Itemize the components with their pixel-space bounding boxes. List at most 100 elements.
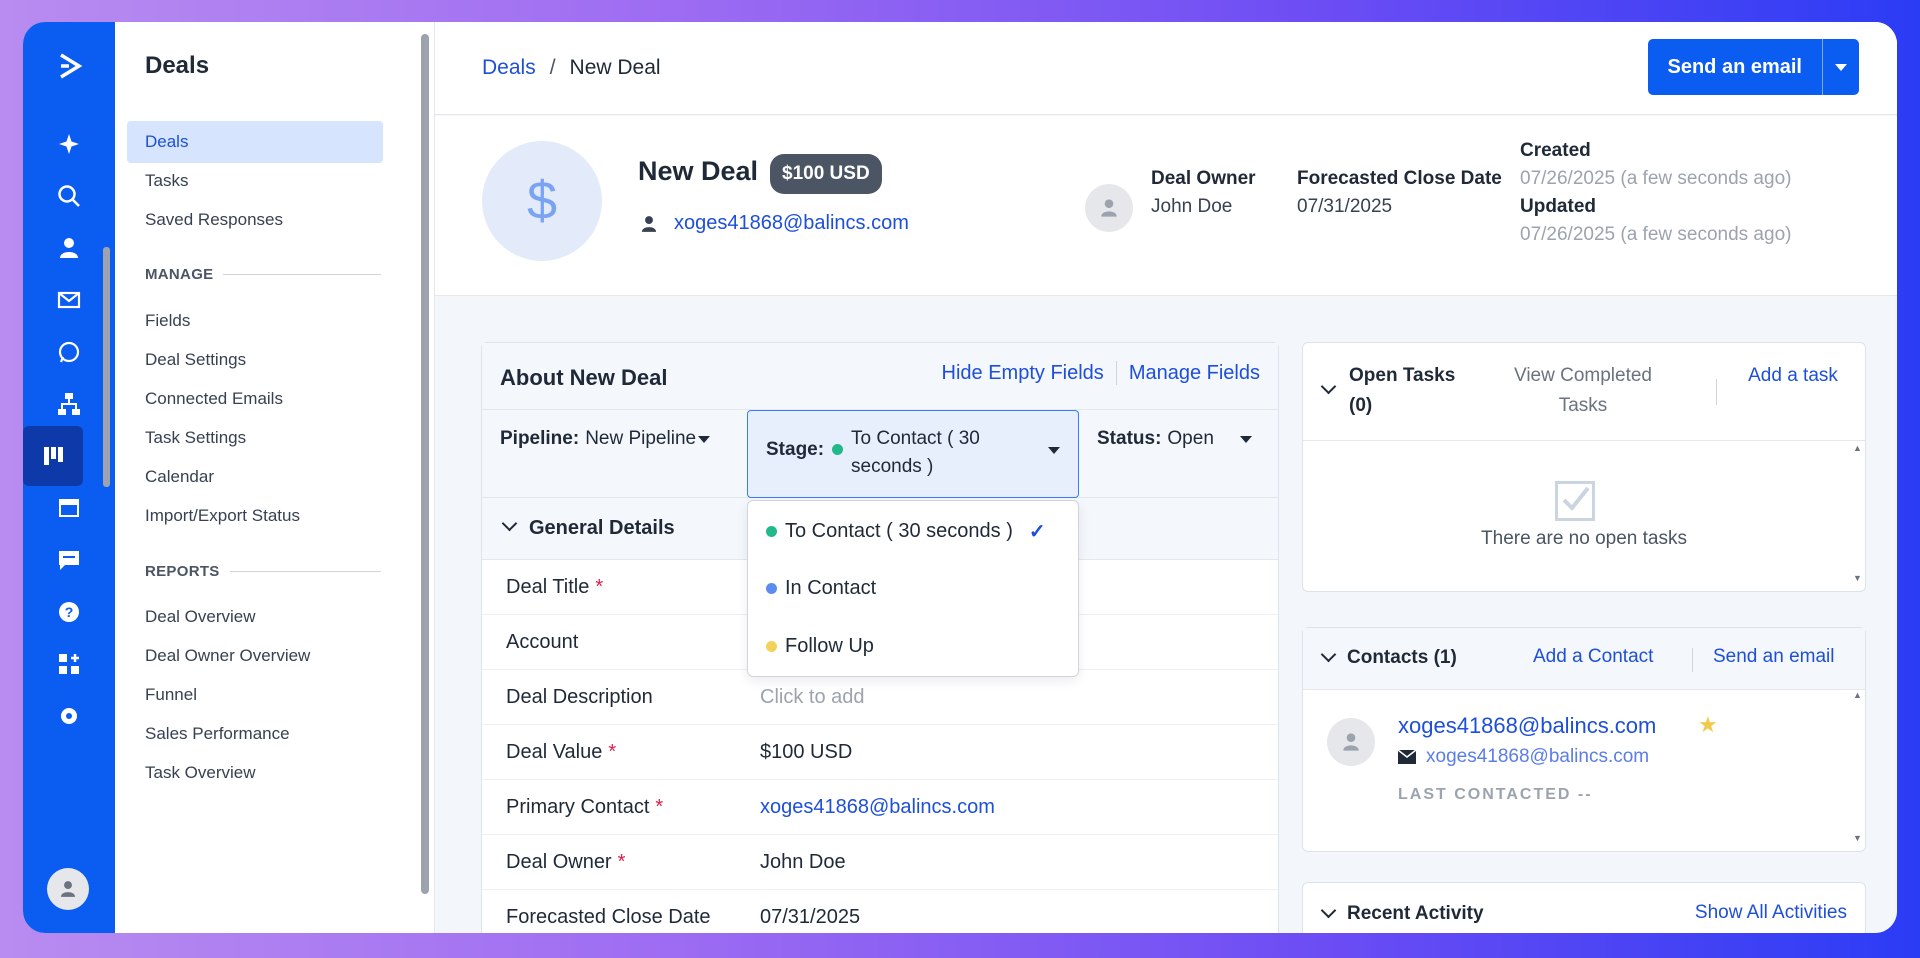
about-header: About New Deal Hide Empty Fields Manage … <box>482 343 1278 410</box>
nav-item-deal-settings[interactable]: Deal Settings <box>127 339 383 381</box>
scroll-down-icon[interactable]: ▼ <box>1853 573 1862 583</box>
field-forecasted-close-date[interactable]: Forecasted Close Date 07/31/2025 <box>482 890 1278 933</box>
apps-icon[interactable] <box>39 634 99 694</box>
field-deal-owner[interactable]: Deal Owner * John Doe <box>482 835 1278 890</box>
user-avatar[interactable] <box>47 868 89 910</box>
deal-value-badge: $100 USD <box>770 154 882 194</box>
nav-item-fields[interactable]: Fields <box>127 300 383 342</box>
stage-dot <box>832 444 844 455</box>
nav-item-deal-owner-overview[interactable]: Deal Owner Overview <box>127 635 383 677</box>
nav-item-task-overview[interactable]: Task Overview <box>127 752 383 794</box>
nav-item-tasks[interactable]: Tasks <box>127 160 383 202</box>
nav-item-deals[interactable]: Deals <box>127 121 383 163</box>
nav-item-saved-responses[interactable]: Saved Responses <box>127 199 383 241</box>
settings-icon[interactable] <box>39 686 99 746</box>
scroll-up-icon[interactable]: ▲ <box>1853 690 1862 700</box>
option-label: In Contact <box>785 577 877 599</box>
send-email-dropdown-toggle[interactable] <box>1823 39 1859 95</box>
nav-item-calendar[interactable]: Calendar <box>127 456 383 498</box>
nav-title: Deals <box>145 52 210 79</box>
stage-dot <box>766 583 777 594</box>
whatsapp-icon[interactable] <box>39 322 99 382</box>
nav-item-import-export[interactable]: Import/Export Status <box>127 495 383 537</box>
email-icon[interactable] <box>39 270 99 330</box>
website-icon[interactable] <box>39 478 99 538</box>
send-email-button-group: Send an email <box>1647 39 1859 95</box>
field-value[interactable]: 07/31/2025 <box>760 906 860 929</box>
tasks-title: Open Tasks (0) <box>1349 365 1456 416</box>
nav-scrollbar[interactable] <box>421 34 429 894</box>
manage-fields-link[interactable]: Manage Fields <box>1129 362 1260 385</box>
nav-item-task-settings[interactable]: Task Settings <box>127 417 383 459</box>
chevron-down-icon[interactable] <box>1320 646 1337 663</box>
field-value[interactable]: $100 USD <box>760 741 852 764</box>
stage-select[interactable]: Stage: To Contact ( 30 seconds ) <box>747 410 1079 498</box>
star-icon[interactable]: ★ <box>1698 712 1718 738</box>
last-contacted: LAST CONTACTED -- <box>1398 786 1593 803</box>
pipeline-select[interactable]: Pipeline: New Pipeline <box>500 428 711 450</box>
stage-dot <box>766 641 777 652</box>
stage-option-follow-up[interactable]: Follow Up <box>766 635 874 658</box>
scroll-down-icon[interactable]: ▼ <box>1853 833 1862 843</box>
deal-owner-label: Deal Owner <box>1151 168 1256 189</box>
pipeline-stage-status-row: Pipeline: New Pipeline Stage: To Contact… <box>482 410 1278 498</box>
add-contact-link[interactable]: Add a Contact <box>1533 646 1653 668</box>
field-value[interactable]: xoges41868@balincs.com <box>760 796 995 819</box>
close-date-value[interactable]: 07/31/2025 <box>1297 196 1392 218</box>
stage-option-to-contact[interactable]: To Contact ( 30 seconds ) ✓ <box>766 519 1046 544</box>
conversations-icon[interactable] <box>39 530 99 590</box>
field-value[interactable]: Click to add <box>760 686 865 709</box>
icon-rail: ? <box>23 22 115 933</box>
deal-owner-value[interactable]: John Doe <box>1151 196 1232 218</box>
breadcrumb-deals-link[interactable]: Deals <box>482 56 536 80</box>
send-email-button[interactable]: Send an email <box>1648 39 1823 95</box>
caret-down-icon <box>1239 436 1252 443</box>
contacts-panel: Contacts (1) Add a Contact Send an email… <box>1302 627 1866 852</box>
contact-email-link[interactable]: xoges41868@balincs.com <box>1426 746 1649 768</box>
nav-scrollbar-thumb[interactable] <box>103 247 110 487</box>
field-deal-description[interactable]: Deal Description Click to add <box>482 670 1278 725</box>
chevron-down-icon[interactable] <box>1320 378 1337 395</box>
send-email-link[interactable]: Send an email <box>1713 646 1834 668</box>
sparkle-icon[interactable] <box>39 114 99 174</box>
checkmark-icon: ✓ <box>1028 521 1046 543</box>
nav-item-deal-overview[interactable]: Deal Overview <box>127 596 383 638</box>
status-label: Status: <box>1097 428 1162 449</box>
envelope-icon <box>1398 750 1416 764</box>
hide-empty-fields-link[interactable]: Hide Empty Fields <box>942 362 1104 385</box>
stage-option-in-contact[interactable]: In Contact <box>766 577 876 600</box>
status-select[interactable]: Status: Open <box>1097 428 1252 450</box>
scroll-up-icon[interactable]: ▲ <box>1853 443 1862 453</box>
field-value[interactable]: John Doe <box>760 851 846 874</box>
chevron-down-icon[interactable] <box>1320 902 1337 919</box>
field-deal-value[interactable]: Deal Value * $100 USD <box>482 725 1278 780</box>
deal-header: $ New Deal $100 USD xoges41868@balincs.c… <box>435 116 1897 296</box>
contacts-icon[interactable] <box>39 218 99 278</box>
caret-down-icon <box>698 436 711 443</box>
app-logo-icon[interactable] <box>39 36 99 96</box>
add-task-link[interactable]: Add a task <box>1743 361 1843 391</box>
contact-name-link[interactable]: xoges41868@balincs.com <box>1398 713 1656 739</box>
show-all-activities-link[interactable]: Show All Activities <box>1695 902 1847 924</box>
automations-icon[interactable] <box>39 374 99 434</box>
field-primary-contact[interactable]: Primary Contact * xoges41868@balincs.com <box>482 780 1278 835</box>
created-value: 07/26/2025 (a few seconds ago) <box>1520 168 1792 189</box>
updated-label: Updated <box>1520 196 1596 217</box>
stage-dot <box>766 526 777 537</box>
option-label: Follow Up <box>785 635 874 657</box>
nav-item-funnel[interactable]: Funnel <box>127 674 383 716</box>
deal-contact-link[interactable]: xoges41868@balincs.com <box>674 212 909 235</box>
nav-item-connected-emails[interactable]: Connected Emails <box>127 378 383 420</box>
deals-icon[interactable] <box>23 426 83 486</box>
search-icon[interactable] <box>39 166 99 226</box>
deal-name[interactable]: New Deal <box>638 156 758 187</box>
nav-section-reports: REPORTS <box>145 563 381 580</box>
nav-item-sales-performance[interactable]: Sales Performance <box>127 713 383 755</box>
empty-task-icon <box>1555 481 1595 521</box>
status-value: Open <box>1167 428 1214 449</box>
field-label: Deal Owner * <box>506 851 626 873</box>
field-label: Deal Description <box>506 686 653 708</box>
view-completed-tasks-link[interactable]: View Completed Tasks <box>1508 361 1658 421</box>
help-icon[interactable]: ? <box>39 582 99 642</box>
contact-avatar <box>1327 718 1375 766</box>
